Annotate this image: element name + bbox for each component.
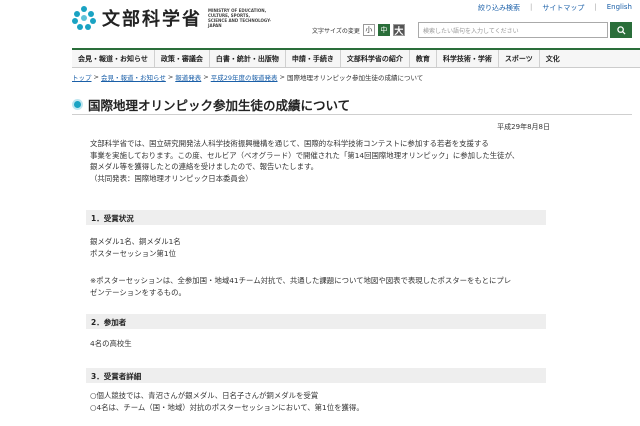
page-title-text: 国際地理オリンピック参加生徒の成績について [88, 98, 351, 113]
sitemap-link[interactable]: サイトマップ [542, 3, 584, 13]
english-link[interactable]: English [607, 3, 632, 13]
poster-session-note: ※ポスターセッションは、全参加国・地域41チーム対抗で、共通した課題について地図… [90, 276, 512, 297]
search-input[interactable]: 検索したい語句を入力してください [418, 22, 608, 38]
font-size-label: 文字サイズの変更 [312, 27, 360, 35]
gnav-item-publications[interactable]: 白書・統計・出版物 [210, 50, 286, 67]
utility-links: 絞り込み検索 | サイトマップ | English [478, 3, 632, 13]
font-size-medium-button[interactable]: 中 [377, 24, 390, 36]
gnav-item-culture[interactable]: 文化 [540, 50, 566, 67]
section-heading-details: 3．受賞者詳細 [86, 368, 546, 383]
gnav-item-education[interactable]: 教育 [410, 50, 437, 67]
gnav-item-science[interactable]: 科学技術・学術 [437, 50, 499, 67]
logo-mark-icon [72, 6, 96, 30]
logo-text: 文部科学省 [102, 9, 202, 30]
logo-subtitle: MINISTRY OF EDUCATION, CULTURE, SPORTS, … [208, 8, 272, 28]
publish-date: 平成29年8月8日 [497, 123, 550, 131]
font-size-small-button[interactable]: 小 [362, 24, 375, 36]
section-heading-awards: 1．受賞状況 [86, 210, 546, 225]
title-bullet-icon [72, 99, 83, 110]
gnav-item-press[interactable]: 会見・報道・お知らせ [72, 50, 155, 67]
search-button[interactable] [610, 22, 632, 38]
section-heading-participants: 2．参加者 [86, 314, 546, 329]
page-title: 国際地理オリンピック参加生徒の成績について [72, 95, 632, 114]
gnav-item-about[interactable]: 文部科学省の紹介 [341, 50, 410, 67]
site-logo[interactable]: 文部科学省 MINISTRY OF EDUCATION, CULTURE, SP… [72, 5, 278, 31]
global-nav: 会見・報道・お知らせ 政策・審議会 白書・統計・出版物 申請・手続き 文部科学省… [72, 48, 640, 68]
title-divider [72, 114, 632, 115]
site-header: 文部科学省 MINISTRY OF EDUCATION, CULTURE, SP… [0, 0, 640, 46]
font-size-large-button[interactable]: 大 [392, 24, 405, 37]
breadcrumb-press[interactable]: 会見・報道・お知らせ [101, 72, 166, 82]
awards-text: 銀メダル1名、銅メダル1名 ポスターセッション第1位 [90, 237, 181, 258]
breadcrumb-top[interactable]: トップ [72, 72, 92, 82]
participants-text: 4名の高校生 [90, 339, 132, 348]
font-size-switcher: 文字サイズの変更 小 中 大 [312, 24, 405, 37]
intro-paragraph: 文部科学省では、国立研究開発法人科学技術振興機構を通じて、国際的な科学技術コンテ… [90, 139, 520, 183]
breadcrumb-year[interactable]: 平成29年度の報道発表 [211, 72, 278, 82]
gnav-item-applications[interactable]: 申請・手続き [286, 50, 341, 67]
gnav-item-policy[interactable]: 政策・審議会 [155, 50, 210, 67]
breadcrumb: トップ > 会見・報道・お知らせ > 報道発表 > 平成29年度の報道発表 > … [72, 72, 424, 82]
gnav-item-sports[interactable]: スポーツ [499, 50, 540, 67]
breadcrumb-current: 国際地理オリンピック参加生徒の成績について [286, 74, 424, 82]
search-icon [616, 25, 626, 35]
breadcrumb-releases[interactable]: 報道発表 [175, 72, 201, 82]
refine-search-link[interactable]: 絞り込み検索 [478, 3, 520, 13]
details-text: ○個人競技では、青沼さんが銀メダル、日名子さんが銅メダルを受賞 ○4名は、チーム… [90, 391, 364, 412]
